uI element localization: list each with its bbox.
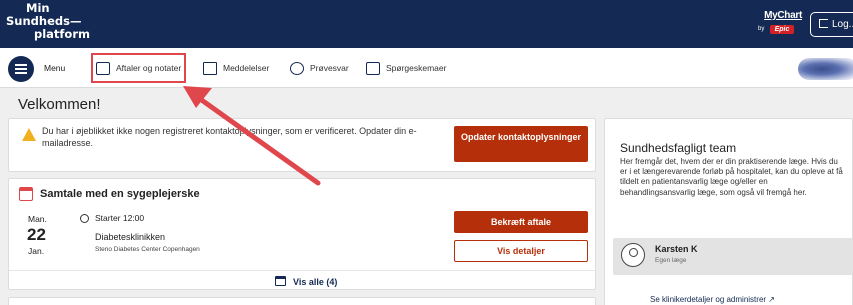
appointment-day: 22	[27, 225, 46, 244]
page-title: Velkommen!	[18, 96, 101, 113]
nav-test-results[interactable]: Prøvesvar	[290, 58, 349, 78]
care-team-description: Her fremgår det, hvem der er din praktis…	[620, 157, 843, 197]
nav-messages[interactable]: Meddelelser	[203, 58, 269, 78]
care-team-title: Sundhedsfagligt team	[620, 141, 737, 155]
flask-icon	[290, 62, 304, 76]
envelope-icon	[203, 62, 217, 76]
menu-icon[interactable]	[8, 56, 34, 82]
divider	[9, 270, 595, 271]
appointment-weekday: Man.	[28, 214, 47, 224]
appointment-month: Jan.	[28, 246, 45, 256]
menu-label[interactable]: Menu	[44, 63, 65, 73]
appointment-title[interactable]: Samtale med en sygeplejerske	[40, 188, 200, 200]
clipboard-icon	[366, 62, 380, 76]
mychart-label: MyChart	[764, 10, 802, 21]
nav-questionnaires-label: Spørgeskemaer	[386, 63, 447, 73]
appointment-department: Diabetesklinikken	[95, 232, 166, 242]
mychart-logo: MyChart by Epic	[756, 10, 802, 34]
nav-appointments-label: Aftaler og notater	[116, 63, 182, 73]
see-all-link[interactable]: Vis alle (4)	[293, 277, 337, 287]
clinician-item[interactable]	[613, 238, 853, 275]
calendar-icon	[275, 276, 286, 286]
logout-button[interactable]: Log...	[810, 12, 853, 37]
top-header: Min Sundheds— platform MyChart by Epic L…	[0, 0, 853, 48]
user-avatar[interactable]	[798, 58, 853, 80]
update-contact-button[interactable]: Opdater kontaktoplysninger	[454, 126, 588, 162]
app-logo[interactable]: Min Sundheds— platform	[6, 2, 90, 41]
view-details-button[interactable]: Vis detaljer	[454, 240, 588, 262]
appointment-location: Steno Diabetes Center Copenhagen	[95, 246, 200, 253]
calendar-icon	[96, 62, 110, 76]
calendar-icon	[19, 187, 33, 201]
clinician-details-link[interactable]: Se klinikerdetaljer og administrer ↗	[650, 295, 775, 304]
logout-icon	[819, 19, 828, 28]
epic-logo: Epic	[770, 25, 794, 34]
clinician-role: Egen læge	[655, 257, 687, 264]
nav-test-results-label: Prøvesvar	[310, 63, 349, 73]
nav-appointments[interactable]: Aftaler og notater	[90, 53, 187, 83]
appointment-time: Starter 12:00	[95, 213, 145, 223]
nav-messages-label: Meddelelser	[223, 63, 270, 73]
logout-label: Log...	[832, 19, 853, 30]
mychart-by: by	[758, 26, 765, 32]
main-nav: Menu Aftaler og notater Meddelelser Prøv…	[0, 48, 853, 88]
doctor-avatar-icon	[621, 243, 645, 267]
clinician-name: Karsten K	[655, 244, 698, 254]
logo-line-3: platform	[34, 27, 90, 41]
clock-icon	[80, 214, 89, 223]
warning-icon	[22, 128, 36, 141]
confirm-appointment-button[interactable]: Bekræft aftale	[454, 211, 588, 233]
next-card	[8, 297, 596, 305]
notice-text: Du har i øjeblikket ikke nogen registrer…	[42, 126, 417, 148]
nav-questionnaires[interactable]: Spørgeskemaer	[366, 58, 446, 78]
